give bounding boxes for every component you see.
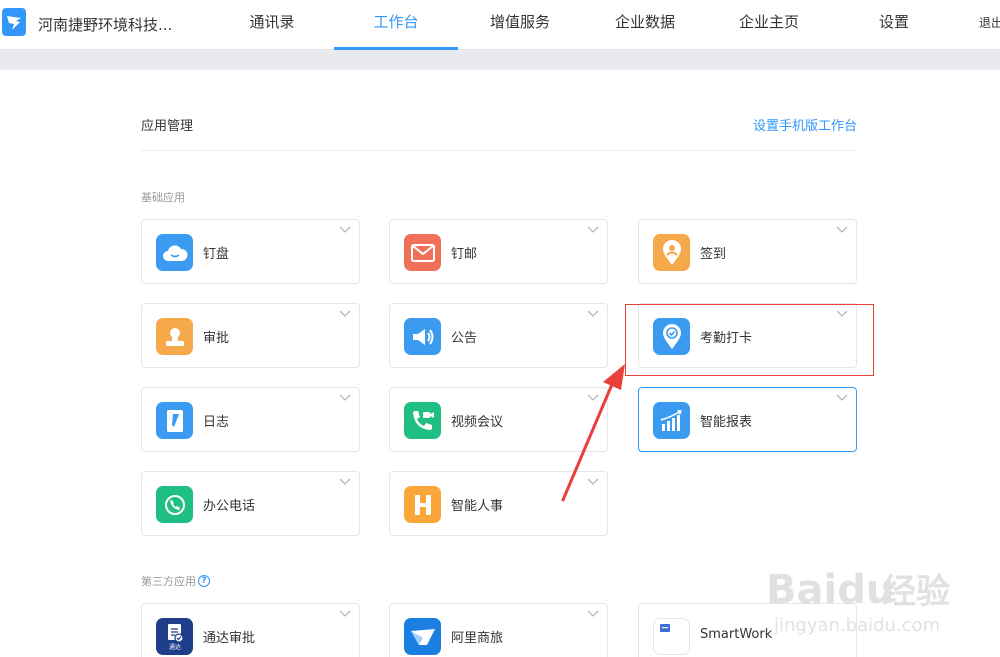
top-nav: 河南捷野环境科技... 通讯录 工作台 增值服务 企业数据 企业主页 设置 退出 [0, 0, 1000, 50]
cloud-icon [156, 234, 193, 271]
app-card-smart-report[interactable]: 智能报表 [638, 387, 857, 452]
mail-icon [404, 234, 441, 271]
divider [141, 150, 857, 151]
company-name[interactable]: 河南捷野环境科技... [38, 14, 172, 35]
document-check-icon: 通达 [156, 618, 193, 655]
app-card-office-phone[interactable]: 办公电话 [141, 471, 360, 536]
app-name: 通达审批 [203, 631, 256, 646]
smartwork-icon [653, 618, 690, 655]
location-pin-icon [653, 234, 690, 271]
app-card-smartwork[interactable]: SmartWork [638, 603, 857, 657]
tab-enterprise-data[interactable]: 企业数据 [605, 0, 685, 50]
chevron-down-icon[interactable] [587, 478, 599, 486]
app-card-tongda-approval[interactable]: 通达 通达审批 [141, 603, 360, 657]
app-card-attendance[interactable]: 考勤打卡 [638, 303, 857, 368]
app-name: 钉邮 [451, 247, 478, 262]
app-card-announcement[interactable]: 公告 [389, 303, 608, 368]
dingtalk-logo-icon[interactable] [2, 8, 26, 36]
chevron-down-icon[interactable] [339, 226, 351, 234]
tab-label: 企业主页 [738, 13, 799, 31]
chevron-down-icon[interactable] [339, 394, 351, 402]
phone-circle-icon [156, 486, 193, 523]
help-icon[interactable]: ? [198, 575, 210, 587]
check-pin-icon [653, 318, 690, 355]
chart-icon [653, 402, 690, 439]
app-management-panel: 应用管理 设置手机版工作台 基础应用 钉盘 钉邮 签到 审批 公告 考勤打卡 日… [0, 70, 1000, 657]
app-name: 考勤打卡 [700, 331, 753, 346]
app-name: 日志 [203, 415, 230, 430]
megaphone-icon [404, 318, 441, 355]
header-band [0, 50, 1000, 70]
plane-wing-icon [404, 618, 441, 655]
app-name: 钉盘 [203, 247, 230, 262]
app-name: SmartWork [700, 627, 773, 642]
chevron-down-icon[interactable] [339, 610, 351, 618]
mobile-workbench-settings-link[interactable]: 设置手机版工作台 [753, 115, 857, 134]
chevron-down-icon[interactable] [836, 310, 848, 318]
chevron-down-icon[interactable] [339, 478, 351, 486]
app-name: 视频会议 [451, 415, 504, 430]
chevron-down-icon[interactable] [836, 394, 848, 402]
chevron-down-icon[interactable] [587, 610, 599, 618]
tab-enterprise-home[interactable]: 企业主页 [729, 0, 809, 50]
app-card-checkin[interactable]: 签到 [638, 219, 857, 284]
app-card-dingmail[interactable]: 钉邮 [389, 219, 608, 284]
logout-link[interactable]: 退出 [979, 14, 1000, 31]
video-phone-icon [404, 402, 441, 439]
tab-settings[interactable]: 设置 [864, 0, 924, 50]
app-name: 审批 [203, 331, 230, 346]
tab-workbench[interactable]: 工作台 [334, 0, 458, 50]
app-name: 公告 [451, 331, 478, 346]
chevron-down-icon[interactable] [587, 310, 599, 318]
tab-label: 增值服务 [489, 13, 550, 31]
app-card-journal[interactable]: 日志 [141, 387, 360, 452]
workbench-page: 河南捷野环境科技... 通讯录 工作台 增值服务 企业数据 企业主页 设置 退出… [0, 0, 1000, 657]
group-label-text: 基础应用 [141, 191, 185, 204]
tab-label: 企业数据 [614, 13, 675, 31]
app-card-video-conference[interactable]: 视频会议 [389, 387, 608, 452]
tab-label: 工作台 [373, 13, 419, 31]
chevron-down-icon[interactable] [587, 226, 599, 234]
app-card-ali-business-travel[interactable]: 阿里商旅 [389, 603, 608, 657]
chevron-down-icon[interactable] [836, 226, 848, 234]
basic-apps-label: 基础应用 [141, 189, 185, 205]
tab-value-added-services[interactable]: 增值服务 [480, 0, 560, 50]
app-name: 阿里商旅 [451, 631, 504, 646]
chevron-down-icon[interactable] [339, 310, 351, 318]
app-card-dingpan[interactable]: 钉盘 [141, 219, 360, 284]
app-name: 智能报表 [700, 415, 753, 430]
notebook-icon [156, 402, 193, 439]
h-letter-icon [404, 486, 441, 523]
group-label-text: 第三方应用 [141, 575, 196, 588]
app-icon-caption: 通达 [168, 643, 180, 651]
app-name: 办公电话 [203, 499, 256, 514]
tab-label: 通讯录 [249, 13, 295, 31]
app-name: 智能人事 [451, 499, 504, 514]
third-party-apps-label: 第三方应用 ? [141, 573, 210, 589]
tab-label: 设置 [878, 13, 909, 31]
app-name: 签到 [700, 247, 727, 262]
app-card-approval[interactable]: 审批 [141, 303, 360, 368]
chevron-down-icon[interactable] [587, 394, 599, 402]
app-card-smart-hr[interactable]: 智能人事 [389, 471, 608, 536]
tab-contacts[interactable]: 通讯录 [232, 0, 312, 50]
stamp-icon [156, 318, 193, 355]
page-title: 应用管理 [141, 119, 194, 134]
